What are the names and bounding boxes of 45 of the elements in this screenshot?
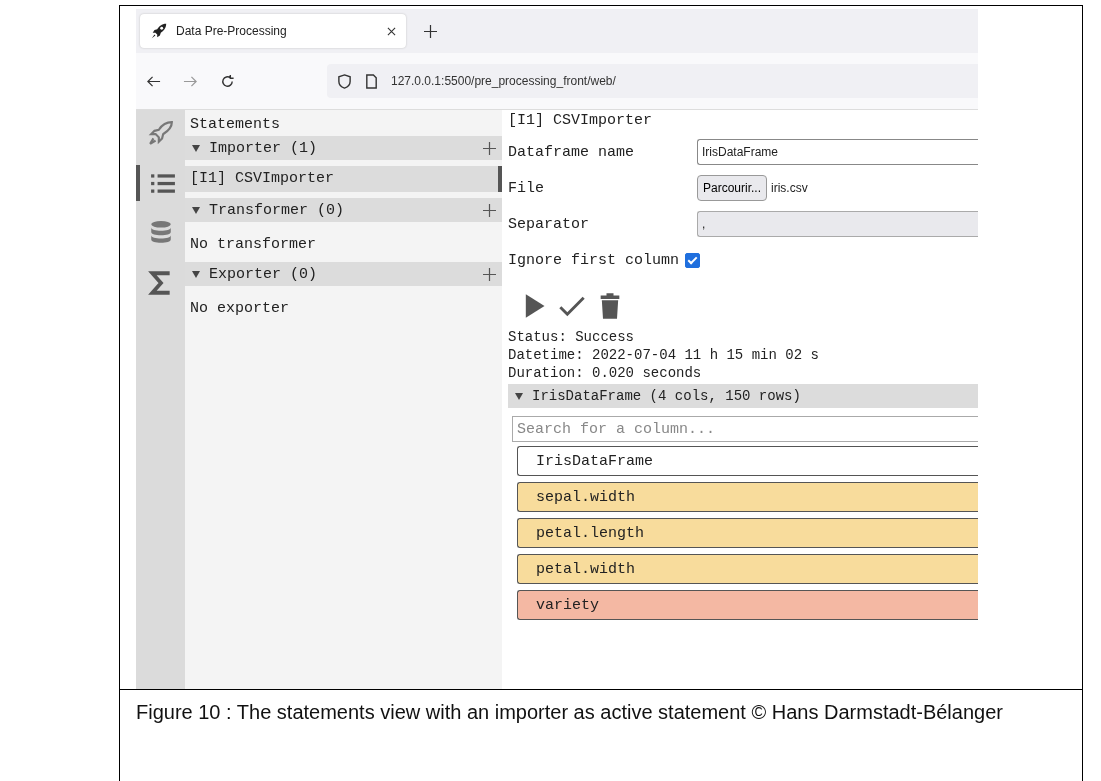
- figure-caption: Figure 10 : The statements view with an importer as active statement © Hans Darmstadt-Bélanger: [136, 700, 1004, 725]
- caret-icon: [191, 269, 201, 279]
- browse-button[interactable]: Parcourir...: [697, 175, 768, 201]
- plus-icon[interactable]: [424, 24, 437, 38]
- section-header[interactable]: Importer (1): [185, 136, 502, 160]
- column-item[interactable]: IrisDataFrame: [517, 446, 978, 476]
- address-bar[interactable]: 127.0.0.1:5500/pre_processing_front/web/: [327, 64, 978, 98]
- field-label: File: [508, 179, 545, 197]
- plus-icon[interactable]: [483, 267, 496, 281]
- search-field[interactable]: Search for a column...: [512, 416, 978, 442]
- statement-item[interactable]: [I1] CSVImporter: [185, 166, 502, 192]
- column-item[interactable]: sepal.width: [517, 482, 978, 512]
- tab-title: Data Pre-Processing: [176, 24, 288, 38]
- rocket-icon: [150, 22, 168, 40]
- caret-icon: [514, 391, 524, 401]
- page-icon: [364, 73, 379, 89]
- field-label: Separator: [508, 215, 590, 233]
- empty-message: No transformer: [189, 235, 318, 255]
- empty-message: No exporter: [189, 299, 291, 319]
- column-item[interactable]: variety: [517, 590, 978, 620]
- status-line: Status: Success: [508, 328, 636, 346]
- field-label: Ignore first column: [508, 251, 680, 269]
- rocket-icon: [147, 120, 174, 146]
- section-header[interactable]: Exporter (0): [185, 262, 502, 286]
- plus-icon[interactable]: [483, 203, 496, 217]
- column-item[interactable]: petal.width: [517, 554, 978, 584]
- select-field[interactable]: ,: [697, 211, 978, 237]
- browser-tab[interactable]: Data Pre-Processing: [140, 14, 406, 48]
- field-label: Dataframe name: [508, 143, 636, 161]
- checkbox[interactable]: [685, 252, 701, 268]
- status-line: Datetime: 2022-07-04 11 h 15 min 02 s: [508, 346, 820, 364]
- caret-icon: [191, 143, 201, 153]
- text-field[interactable]: IrisDataFrame: [697, 139, 978, 165]
- caret-icon: [191, 205, 201, 215]
- dataframe-header[interactable]: IrisDataFrame (4 cols, 150 rows): [508, 384, 978, 408]
- statement-title: [I1] CSVImporter: [508, 112, 654, 131]
- panel-title: Statements: [189, 115, 281, 135]
- file-name: iris.csv: [771, 181, 808, 195]
- section-header[interactable]: Transformer (0): [185, 198, 502, 222]
- plus-icon[interactable]: [483, 141, 496, 155]
- shield-icon: [337, 73, 352, 89]
- close-icon[interactable]: [387, 26, 396, 36]
- column-item[interactable]: petal.length: [517, 518, 978, 548]
- reload-icon[interactable]: [220, 73, 235, 89]
- status-line: Duration: 0.020 seconds: [508, 364, 703, 382]
